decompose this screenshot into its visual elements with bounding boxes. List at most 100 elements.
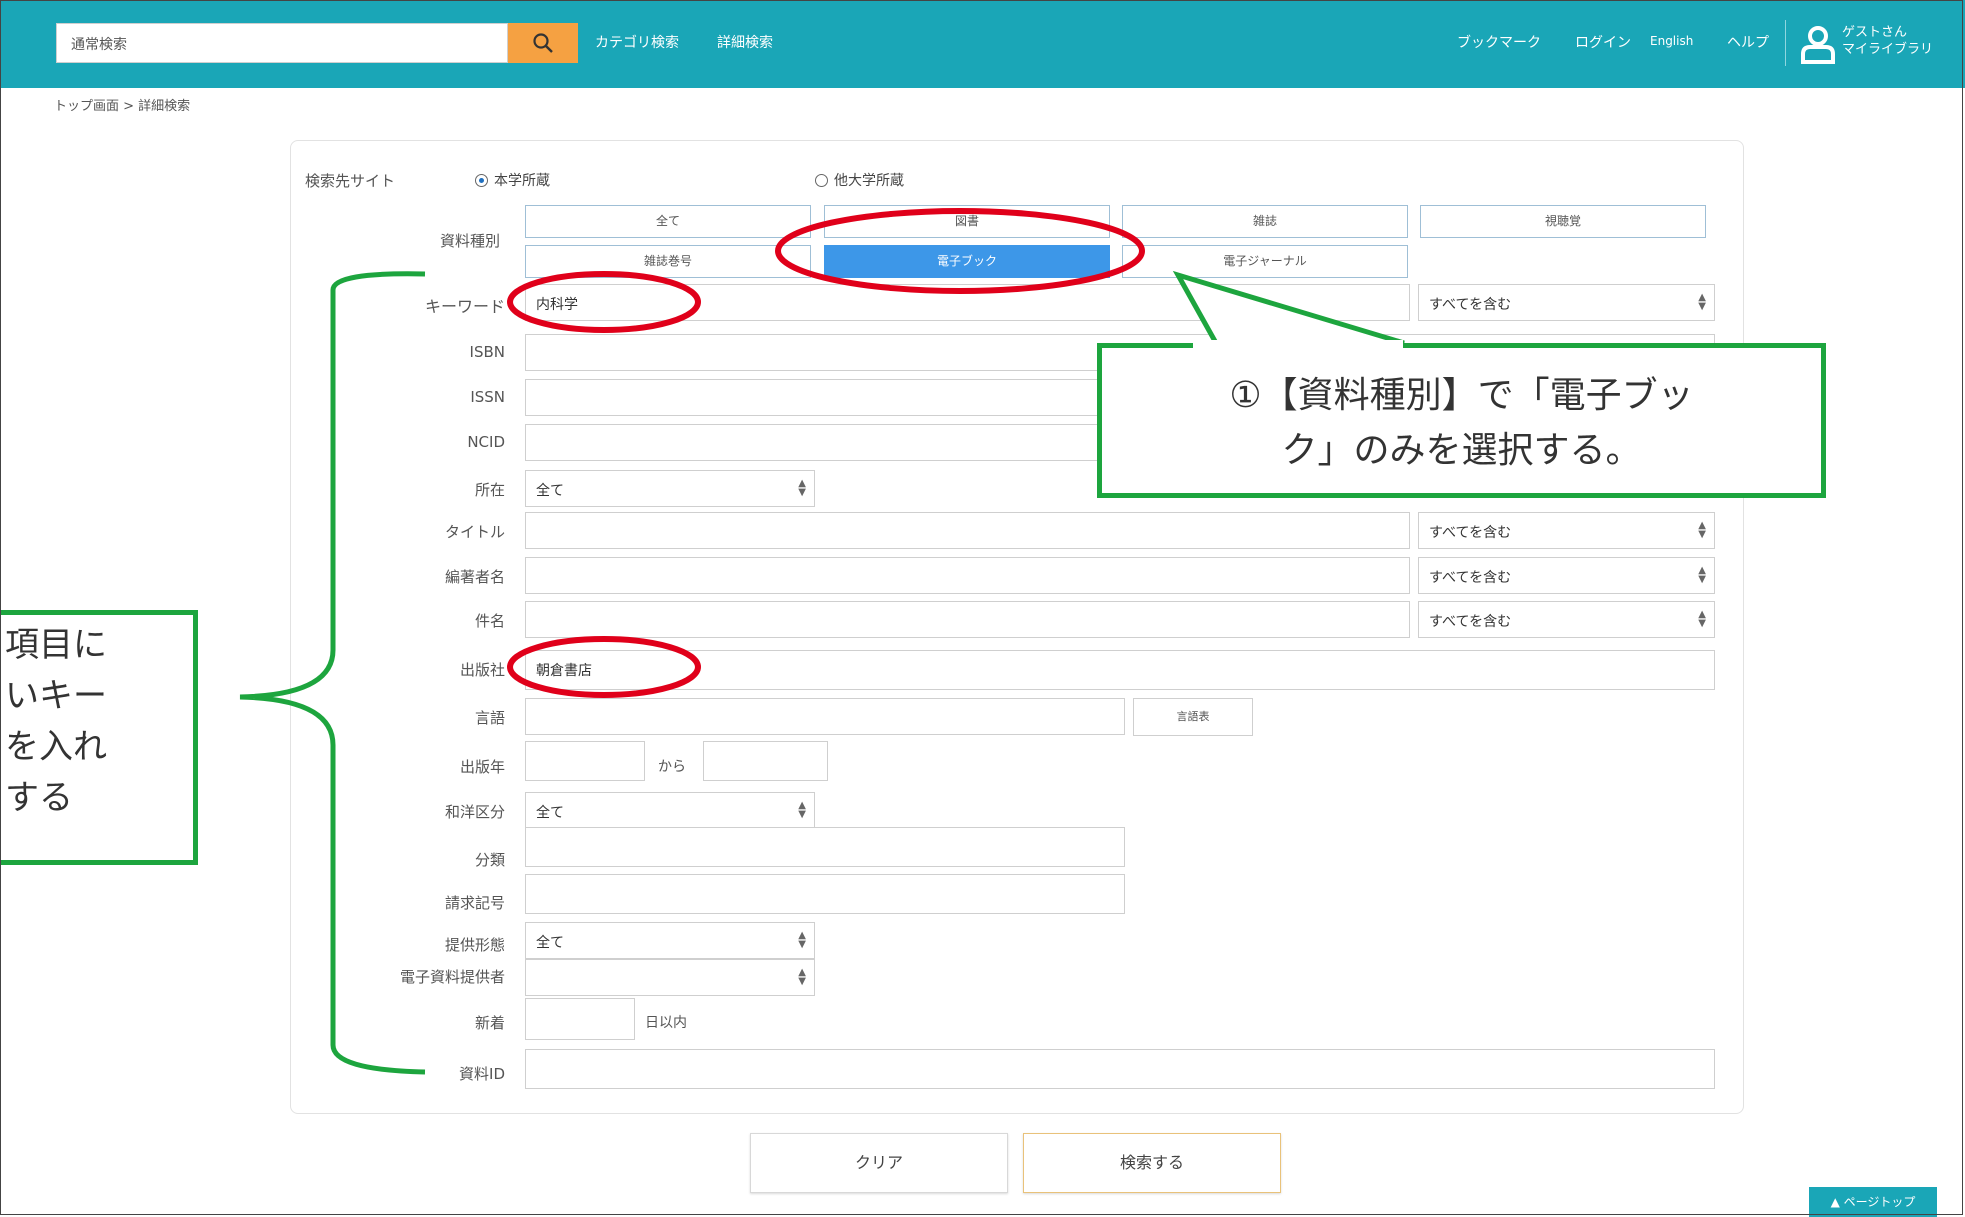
select-arrows-icon: ▲ ▼ xyxy=(798,967,806,987)
bookmark-link[interactable]: ブックマーク xyxy=(1457,32,1541,52)
clear-button[interactable]: クリア xyxy=(750,1133,1008,1193)
author-label: 編著者名 xyxy=(444,568,505,586)
keyword-input[interactable]: 内科学 xyxy=(525,284,1410,321)
language-input[interactable] xyxy=(525,698,1125,735)
call-number-input[interactable] xyxy=(525,874,1125,914)
search-input[interactable]: 通常検索 xyxy=(56,23,508,63)
select-value: すべてを含む xyxy=(1429,570,1512,586)
publication-year-label: 出版年 xyxy=(459,758,505,776)
callout-text-line: する xyxy=(5,778,73,818)
radio-own-library[interactable]: 本学所蔵 xyxy=(475,170,550,190)
ncid-label: NCID xyxy=(467,433,505,451)
author-input[interactable] xyxy=(525,557,1410,594)
format-label: 提供形態 xyxy=(444,936,505,954)
select-arrows-icon: ▲ ▼ xyxy=(1698,520,1706,540)
select-arrows-icon: ▲ ▼ xyxy=(1698,565,1706,585)
search-button[interactable] xyxy=(508,23,578,63)
radio-dot xyxy=(475,174,488,187)
submit-search-button[interactable]: 検索する xyxy=(1023,1133,1281,1193)
language-label: 言語 xyxy=(474,709,505,727)
keyword-match-select[interactable]: すべてを含む ▲ ▼ xyxy=(1418,284,1715,321)
callout-text-line: 項目に xyxy=(5,625,107,665)
radio-dot xyxy=(815,174,828,187)
select-value: 全て xyxy=(536,483,564,499)
my-library-link[interactable]: マイライブラリ xyxy=(1842,41,1933,58)
provider-select[interactable]: ▲ ▼ xyxy=(525,959,815,996)
type-button-all[interactable]: 全て xyxy=(525,205,811,238)
format-select[interactable]: 全て ▲ ▼ xyxy=(525,922,815,959)
search-icon xyxy=(533,33,553,53)
callout-text-line: いキー xyxy=(5,676,107,716)
location-select[interactable]: 全て ▲ ▼ xyxy=(525,470,815,507)
login-link[interactable]: ログイン xyxy=(1575,32,1631,52)
jp-foreign-select[interactable]: 全て ▲ ▼ xyxy=(525,792,815,829)
type-button-journal-issues[interactable]: 雑誌巻号 xyxy=(525,245,811,278)
type-button-books[interactable]: 図書 xyxy=(824,205,1110,238)
user-menu[interactable]: ゲストさん マイライブラリ xyxy=(1842,24,1933,58)
callout-text-line: ク」のみを選択する。 xyxy=(1281,430,1642,471)
issn-label: ISSN xyxy=(470,388,505,406)
title-input[interactable] xyxy=(525,512,1410,549)
subject-label: 件名 xyxy=(474,612,505,630)
type-button-av[interactable]: 視聴覚 xyxy=(1420,205,1706,238)
top-header: 通常検索 カテゴリ検索 詳細検索 ブックマーク ログイン English ヘルプ… xyxy=(0,0,1965,88)
location-label: 所在 xyxy=(474,481,505,499)
subject-match-select[interactable]: すべてを含む ▲ ▼ xyxy=(1418,601,1715,638)
callout-text-line: ①【資料種別】で「電子ブッ xyxy=(1229,375,1694,416)
classification-input[interactable] xyxy=(525,827,1125,867)
select-arrows-icon: ▲ ▼ xyxy=(798,930,806,950)
select-arrows-icon: ▲ ▼ xyxy=(1698,292,1706,312)
breadcrumb: トップ画面 > 詳細検索 xyxy=(54,99,191,114)
callout-pointer-cover xyxy=(1193,340,1403,349)
classification-label: 分類 xyxy=(474,851,505,869)
select-value: 全て xyxy=(536,805,564,821)
select-arrows-icon: ▲ ▼ xyxy=(798,478,806,498)
year-to-input[interactable] xyxy=(703,741,828,781)
site-label: 検索先サイト xyxy=(305,172,396,190)
english-link[interactable]: English xyxy=(1650,34,1693,48)
select-value: すべてを含む xyxy=(1429,614,1512,630)
material-type-label: 資料種別 xyxy=(439,232,500,250)
publisher-label: 出版社 xyxy=(459,661,505,679)
select-value: 全て xyxy=(536,935,564,951)
call-number-label: 請求記号 xyxy=(444,894,505,912)
year-range-text: から xyxy=(658,759,686,775)
select-arrows-icon: ▲ ▼ xyxy=(1698,609,1706,629)
type-button-ebooks[interactable]: 電子ブック xyxy=(824,245,1110,278)
isbn-label: ISBN xyxy=(469,343,505,361)
type-button-ejournals[interactable]: 電子ジャーナル xyxy=(1122,245,1408,278)
radio-other-libraries[interactable]: 他大学所蔵 xyxy=(815,170,904,190)
type-button-journals[interactable]: 雑誌 xyxy=(1122,205,1408,238)
radio-label: 他大学所蔵 xyxy=(834,173,904,189)
radio-label: 本学所蔵 xyxy=(494,173,550,189)
language-table-button[interactable]: 言語表 xyxy=(1133,698,1253,736)
help-link[interactable]: ヘルプ xyxy=(1727,32,1769,52)
select-value: すべてを含む xyxy=(1429,525,1512,541)
new-arrivals-input[interactable] xyxy=(525,998,635,1040)
chevron-up-icon: ▲ xyxy=(1830,1195,1840,1209)
callout-text-line: を入れ xyxy=(5,727,107,767)
instruction-callout-2: 項目に いキー を入れ する xyxy=(0,610,198,865)
keyword-label: キーワード xyxy=(424,297,505,316)
new-arrivals-label: 新着 xyxy=(474,1014,505,1032)
instruction-callout-1: ①【資料種別】で「電子ブッ ク」のみを選択する。 xyxy=(1097,343,1826,498)
title-match-select[interactable]: すべてを含む ▲ ▼ xyxy=(1418,512,1715,549)
user-icon[interactable] xyxy=(1800,24,1836,64)
subject-input[interactable] xyxy=(525,601,1410,638)
jp-foreign-label: 和洋区分 xyxy=(444,803,505,821)
author-match-select[interactable]: すべてを含む ▲ ▼ xyxy=(1418,557,1715,594)
select-arrows-icon: ▲ ▼ xyxy=(798,800,806,820)
material-id-label: 資料ID xyxy=(459,1065,505,1083)
select-value: すべてを含む xyxy=(1429,297,1512,313)
title-label: タイトル xyxy=(444,523,505,541)
advanced-search-link[interactable]: 詳細検索 xyxy=(717,32,773,52)
user-name: ゲストさん xyxy=(1842,25,1908,40)
material-id-input[interactable] xyxy=(525,1049,1715,1089)
page-top-button[interactable]: ▲ ページトップ xyxy=(1809,1187,1937,1217)
header-divider xyxy=(1785,20,1786,66)
provider-label: 電子資料提供者 xyxy=(399,968,505,986)
publisher-input[interactable]: 朝倉書店 xyxy=(525,650,1715,690)
year-from-input[interactable] xyxy=(525,741,645,781)
new-arrivals-suffix: 日以内 xyxy=(645,1015,687,1031)
category-search-link[interactable]: カテゴリ検索 xyxy=(595,32,679,52)
